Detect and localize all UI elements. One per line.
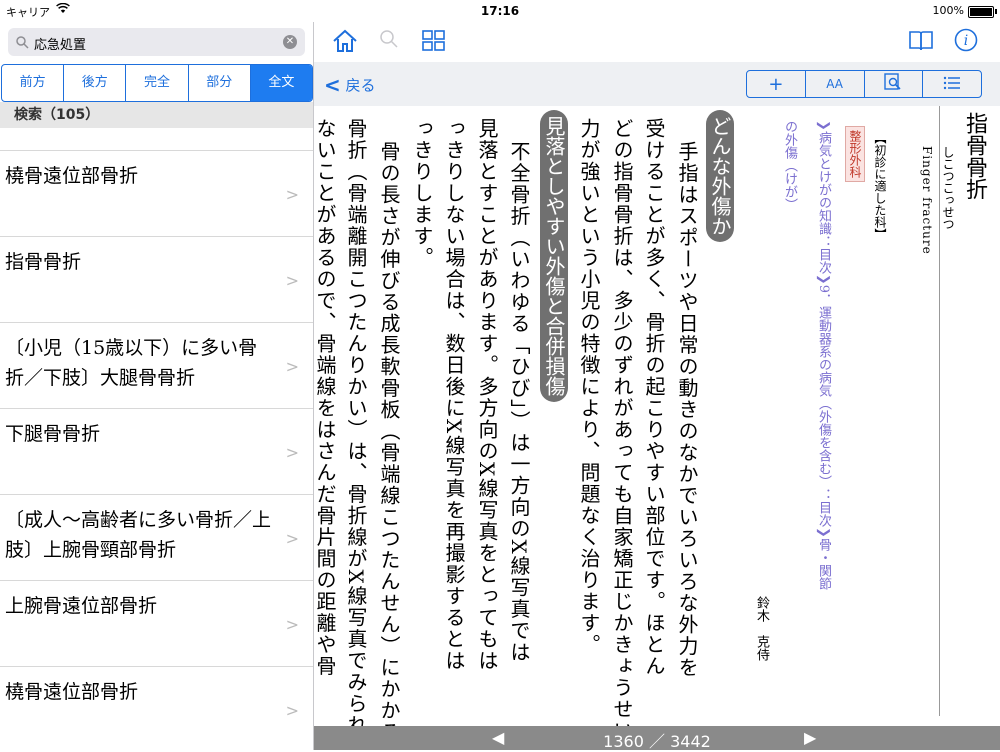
find-in-page-icon — [884, 72, 902, 96]
add-bookmark-button[interactable]: + — [747, 71, 806, 97]
article-title: 指骨骨折 — [962, 112, 987, 200]
section-heading: どんな外傷か — [706, 110, 734, 242]
back-label: 戻る — [345, 76, 376, 95]
paragraph-line: っきりしない場合は、数日後にX線写真を再撮影するとは — [442, 118, 466, 672]
list-item[interactable]: 下腿骨骨折 > — [0, 408, 313, 494]
home-icon[interactable] — [332, 28, 358, 58]
chevron-right-icon: > — [285, 185, 299, 204]
author: 鈴木 克侍 — [754, 596, 769, 661]
list-item[interactable]: 橈骨遠位部骨折 > — [0, 150, 313, 236]
battery-tip — [995, 9, 997, 14]
list-item[interactable]: 指骨骨折 > — [0, 236, 313, 322]
page-navigation-bar: ◀ 1360 ／ 3442 ▶ — [314, 726, 1000, 752]
chevron-right-icon: > — [285, 443, 299, 462]
chevron-right-icon: > — [285, 701, 299, 720]
book-icon[interactable] — [908, 30, 934, 56]
list-item-label: 指骨骨折 — [5, 251, 82, 273]
article-english-title: Finger fracture — [920, 146, 934, 255]
paragraph-line: 見落とすことがあります。多方向のX線写真をとってもは — [475, 118, 499, 672]
toolbar: i — [314, 22, 1000, 62]
list-icon — [943, 74, 961, 95]
paragraph-line: 力が強いという小児の特徴により、問題なく治ります。 — [577, 118, 601, 656]
svg-text:i: i — [964, 33, 968, 49]
paragraph-line: 不全骨折（いわゆる「ひび」）は一方向のX線写真では — [507, 141, 531, 663]
list-item-label: 上腕骨遠位部骨折 — [5, 595, 158, 617]
clear-search-icon[interactable]: ✕ — [283, 35, 297, 49]
next-page-button[interactable]: ▶ — [804, 728, 816, 747]
list-item[interactable]: 上腕骨遠位部骨折 > — [0, 580, 313, 666]
header-divider — [939, 106, 940, 716]
navigation-bar: < 戻る + AA — [314, 62, 1000, 106]
chevron-right-icon: > — [285, 615, 299, 634]
font-size-icon: AA — [826, 77, 843, 91]
back-button[interactable]: < 戻る — [324, 73, 376, 97]
chevron-right-icon: > — [285, 529, 299, 548]
search-bar: 応急処置 ✕ — [0, 22, 313, 64]
search-sidebar: 応急処置 ✕ 前方 後方 完全 部分 全文 検索（105） 橈骨遠位部骨折 > 指… — [0, 22, 314, 750]
info-icon[interactable]: i — [954, 28, 978, 56]
article-pane: i < 戻る + AA 指骨骨折 しこつこっせつ Finger fracture… — [313, 22, 1000, 752]
search-mode-segmented-control: 前方 後方 完全 部分 全文 — [1, 64, 313, 102]
paragraph-line: 骨の長さが伸びる成長軟骨板（骨端線こつたんせん）にかかる — [377, 141, 401, 743]
segment-forward[interactable]: 前方 — [2, 65, 65, 101]
list-item-label: 下腿骨骨折 — [5, 423, 101, 445]
segment-exact[interactable]: 完全 — [126, 65, 189, 101]
article-body: 指骨骨折 しこつこっせつ Finger fracture 【初診に適した科】 整… — [313, 106, 1000, 743]
paragraph-line: 受けることが多く、骨折の起こりやすい部位です。ほとん — [642, 118, 666, 677]
results-list: 橈骨遠位部骨折 > 指骨骨折 > 〔小児（15歳以下）に多い骨折／下肢〕大腿骨骨折 >… — [0, 150, 313, 752]
battery-percent: 100% — [932, 4, 964, 17]
paragraph-line: ないことがあるので、骨端線をはさんだ骨片間の距離や骨 — [313, 118, 337, 677]
list-item[interactable]: 〔小児（15歳以下）に多い骨折／下肢〕大腿骨骨折 > — [0, 322, 313, 408]
magnifier-icon[interactable] — [378, 28, 400, 54]
page-separator: ／ — [648, 732, 665, 751]
search-input[interactable]: 応急処置 ✕ — [8, 28, 305, 56]
paragraph-line: どの指骨骨折は、多少のずれがあっても自家矯正じかきょうせい — [610, 118, 634, 742]
recommended-dept-label: 【初診に適した科】 — [873, 132, 887, 240]
find-in-page-button[interactable] — [865, 71, 924, 97]
paragraph-line: 骨折（骨端離開こつたんりかい）は、骨折線がX線写真でみられ — [344, 118, 368, 736]
search-query[interactable]: 応急処置 — [34, 34, 86, 53]
breadcrumb-link-continued[interactable]: の外傷（けが） — [780, 120, 798, 211]
status-bar: キャリア 17:16 100% — [0, 0, 1000, 22]
list-item-label: 〔小児（15歳以下）に多い骨折／下肢〕大腿骨骨折 — [5, 337, 258, 389]
contents-list-button[interactable] — [923, 71, 981, 97]
department-badge[interactable]: 整形外科 — [845, 126, 865, 182]
battery-icon — [968, 6, 994, 18]
list-item[interactable]: 橈骨遠位部骨折 > — [0, 666, 313, 752]
reader-tools: + AA — [746, 70, 982, 98]
font-size-button[interactable]: AA — [806, 71, 865, 97]
results-header: 検索（105） — [0, 102, 313, 128]
section-heading: 見落としやすい外傷と合併損傷 — [540, 110, 568, 402]
segment-partial[interactable]: 部分 — [189, 65, 251, 101]
plus-icon: + — [768, 73, 784, 95]
grid-icon[interactable] — [422, 30, 446, 56]
breadcrumb-link[interactable]: ❯病気とけがの知識：目次❯9．運動器系の病気（外傷を含む）：目次❯骨・関節 — [814, 120, 832, 590]
article-reading: しこつこっせつ — [941, 146, 955, 230]
current-page: 1360 — [603, 732, 644, 751]
total-pages: 3442 — [670, 732, 711, 751]
chevron-right-icon: > — [285, 357, 299, 376]
list-item-label: 橈骨遠位部骨折 — [5, 165, 139, 187]
page-counter: 1360 ／ 3442 — [314, 728, 1000, 752]
clock: 17:16 — [480, 4, 520, 18]
segment-fulltext[interactable]: 全文 — [250, 65, 312, 101]
list-item-label: 〔成人～高齢者に多い骨折／上肢〕上腕骨頸部骨折 — [5, 509, 272, 561]
search-icon — [16, 34, 29, 53]
segment-backward[interactable]: 後方 — [64, 65, 127, 101]
paragraph-line: 手指はスポーツや日常の動きのなかでいろいろな外力を — [675, 141, 699, 679]
chevron-left-icon: < — [324, 73, 341, 97]
list-item-label: 橈骨遠位部骨折 — [5, 681, 139, 703]
chevron-right-icon: > — [285, 271, 299, 290]
list-item[interactable]: 〔成人～高齢者に多い骨折／上肢〕上腕骨頸部骨折 > — [0, 494, 313, 580]
paragraph-line: っきりします。 — [410, 118, 434, 269]
